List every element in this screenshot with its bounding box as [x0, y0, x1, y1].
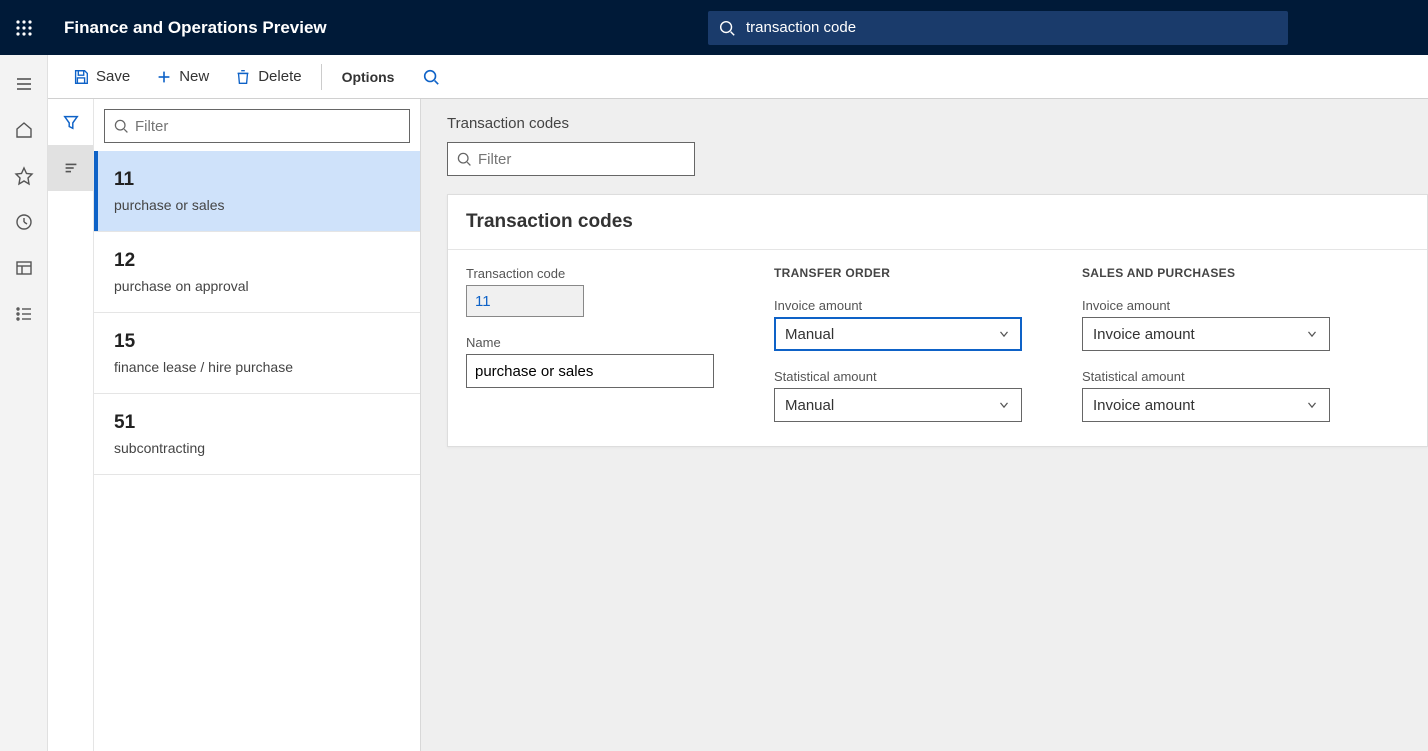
nav-recent[interactable] — [0, 199, 48, 245]
page-search-button[interactable] — [408, 62, 454, 92]
name-field[interactable] — [466, 354, 714, 388]
field-group-transfer-order: TRANSFER ORDER Invoice amount Manual — [774, 266, 1022, 422]
top-bar: Finance and Operations Preview — [0, 0, 1428, 55]
options-label: Options — [342, 69, 395, 85]
home-icon — [14, 120, 34, 140]
list-filter-input[interactable] — [129, 118, 401, 135]
to-invoice-amount-label: Invoice amount — [774, 298, 1022, 313]
card-title: Transaction codes — [448, 195, 1427, 250]
detail-heading: Transaction codes — [447, 115, 1402, 132]
to-statistical-amount-label: Statistical amount — [774, 369, 1022, 384]
list-item-name: purchase on approval — [114, 278, 404, 294]
list-filter[interactable] — [104, 109, 410, 143]
sp-invoice-amount-value: Invoice amount — [1093, 326, 1195, 343]
transaction-code-label: Transaction code — [466, 266, 714, 281]
chevron-down-icon — [1305, 327, 1319, 341]
detail-filter-input[interactable] — [472, 151, 686, 168]
to-invoice-amount-value: Manual — [785, 326, 834, 343]
chevron-down-icon — [1305, 398, 1319, 412]
nav-home[interactable] — [0, 107, 48, 153]
field-group-general: Transaction code Name — [466, 266, 714, 422]
list-icon — [14, 304, 34, 324]
nav-modules[interactable] — [0, 291, 48, 337]
new-button[interactable]: New — [143, 62, 222, 92]
nav-hamburger[interactable] — [0, 61, 48, 107]
save-icon — [72, 68, 90, 86]
nav-favorites[interactable] — [0, 153, 48, 199]
sales-purchases-section-label: SALES AND PURCHASES — [1082, 266, 1330, 280]
app-title: Finance and Operations Preview — [48, 18, 327, 38]
global-search-input[interactable] — [736, 19, 1278, 36]
to-invoice-amount-select[interactable]: Manual — [774, 317, 1022, 351]
chevron-down-icon — [997, 327, 1011, 341]
sp-statistical-amount-label: Statistical amount — [1082, 369, 1330, 384]
transaction-code-field[interactable] — [466, 285, 584, 317]
list-item-name: finance lease / hire purchase — [114, 359, 404, 375]
new-label: New — [179, 68, 209, 85]
sp-statistical-amount-value: Invoice amount — [1093, 397, 1195, 414]
action-separator — [321, 64, 322, 90]
clock-icon — [14, 212, 34, 232]
action-bar: Save New Delete Options — [48, 55, 1428, 99]
waffle-icon — [15, 19, 33, 37]
list-items: 11 purchase or sales 12 purchase on approva… — [94, 151, 420, 751]
funnel-icon — [62, 113, 80, 131]
delete-button[interactable]: Delete — [222, 62, 314, 92]
list-item[interactable]: 12 purchase on approval — [94, 232, 420, 313]
list-item-code: 12 — [114, 250, 404, 272]
name-label: Name — [466, 335, 714, 350]
list-item-name: subcontracting — [114, 440, 404, 456]
trash-icon — [234, 68, 252, 86]
sp-invoice-amount-select[interactable]: Invoice amount — [1082, 317, 1330, 351]
global-search[interactable] — [708, 11, 1288, 45]
detail-pane: Transaction codes Transaction codes — [421, 99, 1428, 751]
detail-card: Transaction codes Transaction code Name — [447, 194, 1428, 447]
app-launcher-button[interactable] — [0, 0, 48, 55]
list-item[interactable]: 51 subcontracting — [94, 394, 420, 475]
transfer-order-section-label: TRANSFER ORDER — [774, 266, 1022, 280]
nav-rail — [0, 55, 48, 751]
options-button[interactable]: Options — [328, 63, 409, 91]
search-icon — [718, 19, 736, 37]
list-item-name: purchase or sales — [114, 197, 404, 213]
sp-invoice-amount-label: Invoice amount — [1082, 298, 1330, 313]
list-toggle-column — [48, 99, 94, 751]
list-item-code: 51 — [114, 412, 404, 434]
star-icon — [14, 166, 34, 186]
filter-pane-toggle[interactable] — [48, 99, 93, 145]
list-item[interactable]: 11 purchase or sales — [94, 151, 420, 232]
list-item-code: 15 — [114, 331, 404, 353]
list-pane: 11 purchase or sales 12 purchase on approva… — [48, 99, 421, 751]
field-group-sales-purchases: SALES AND PURCHASES Invoice amount Invoi… — [1082, 266, 1330, 422]
plus-icon — [155, 68, 173, 86]
list-pane-toggle[interactable] — [48, 145, 93, 191]
workspace-icon — [14, 258, 34, 278]
detail-filter[interactable] — [447, 142, 695, 176]
search-icon — [422, 68, 440, 86]
hamburger-icon — [14, 74, 34, 94]
to-statistical-amount-select[interactable]: Manual — [774, 388, 1022, 422]
list-item-code: 11 — [114, 169, 404, 191]
delete-label: Delete — [258, 68, 301, 85]
chevron-down-icon — [997, 398, 1011, 412]
nav-workspaces[interactable] — [0, 245, 48, 291]
search-icon — [113, 118, 129, 134]
save-label: Save — [96, 68, 130, 85]
to-statistical-amount-value: Manual — [785, 397, 834, 414]
sp-statistical-amount-select[interactable]: Invoice amount — [1082, 388, 1330, 422]
list-item[interactable]: 15 finance lease / hire purchase — [94, 313, 420, 394]
search-icon — [456, 151, 472, 167]
lines-icon — [62, 159, 80, 177]
save-button[interactable]: Save — [60, 62, 143, 92]
